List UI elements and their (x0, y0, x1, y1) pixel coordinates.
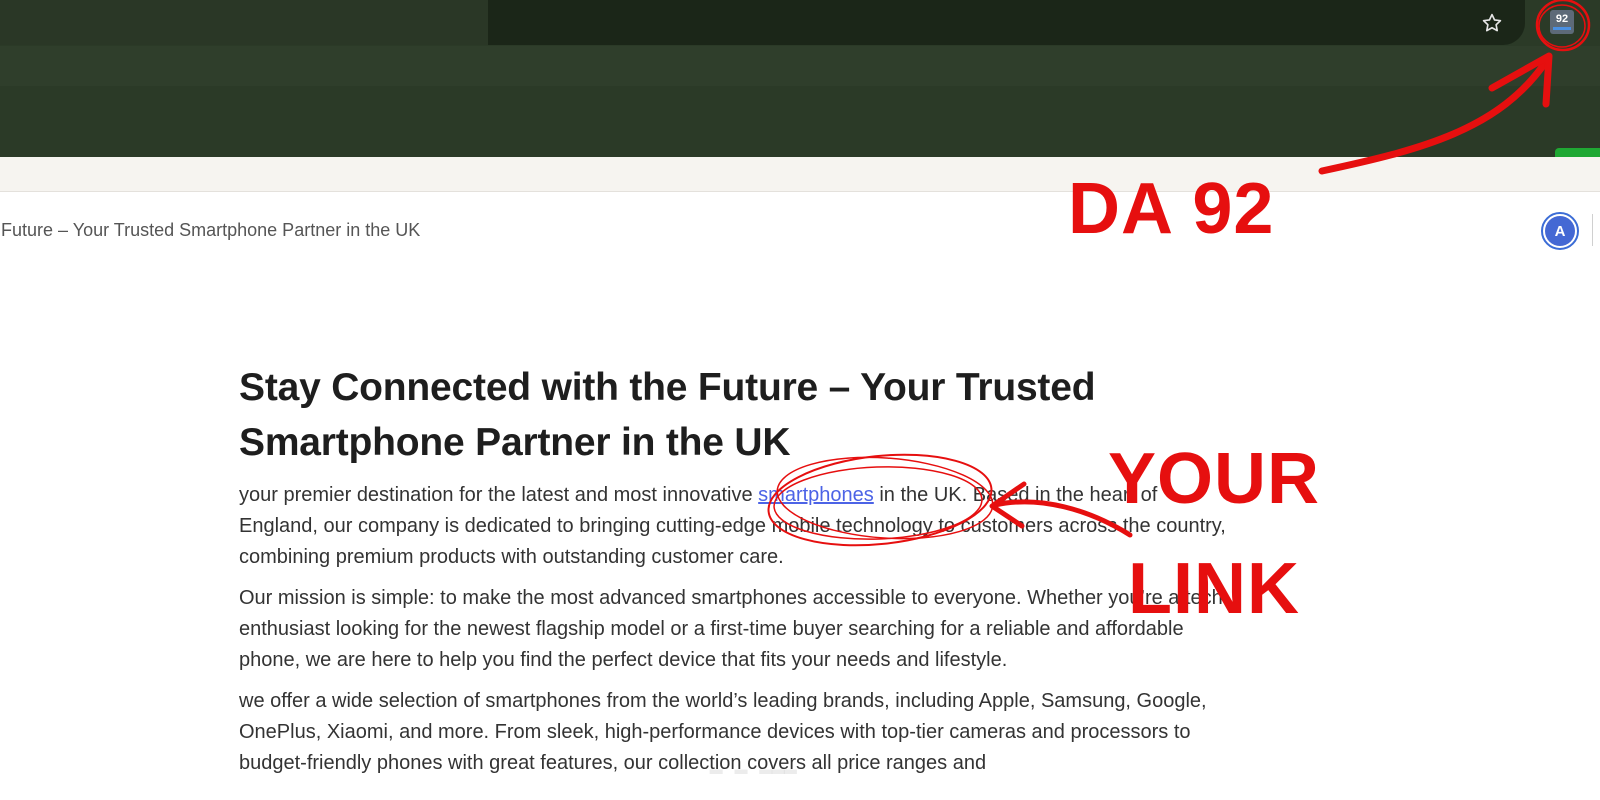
smartphones-link[interactable]: smartphones (758, 484, 874, 506)
article-paragraph-2: Our mission is simple: to make the most … (239, 587, 1223, 671)
paragraph-1-text-start: your premier destination for the latest … (239, 484, 759, 506)
browser-chrome: 92 (0, 0, 1600, 157)
article-body: Stay Connected with the Future – Your Tr… (239, 360, 1239, 779)
avatar-initial: A (1545, 216, 1575, 246)
extension-badge-text: 92 (1555, 13, 1569, 25)
watermark-logo: ـــ ـ ـ (710, 742, 797, 783)
your-link-annotation-line-2: LINK (1128, 549, 1300, 629)
avatar[interactable]: A (1541, 212, 1579, 250)
article-paragraph-1: your premier destination for the latest … (239, 480, 1239, 573)
bookmarks-bar (0, 46, 1600, 86)
header-divider (1592, 214, 1593, 246)
article-title: Stay Connected with the Future – Your Tr… (239, 366, 1096, 464)
site-header-title[interactable]: e Future – Your Trusted Smartphone Partn… (0, 220, 420, 241)
page-top-bar (0, 157, 1600, 192)
your-link-annotation-line-1: YOUR (1108, 439, 1321, 519)
address-bar-text-area[interactable] (0, 0, 488, 45)
da-score-annotation: DA 92 (1068, 169, 1275, 249)
domain-authority-extension-icon[interactable]: 92 (1550, 10, 1574, 34)
bookmark-star-icon[interactable] (1477, 8, 1507, 38)
address-bar[interactable] (0, 0, 1525, 45)
